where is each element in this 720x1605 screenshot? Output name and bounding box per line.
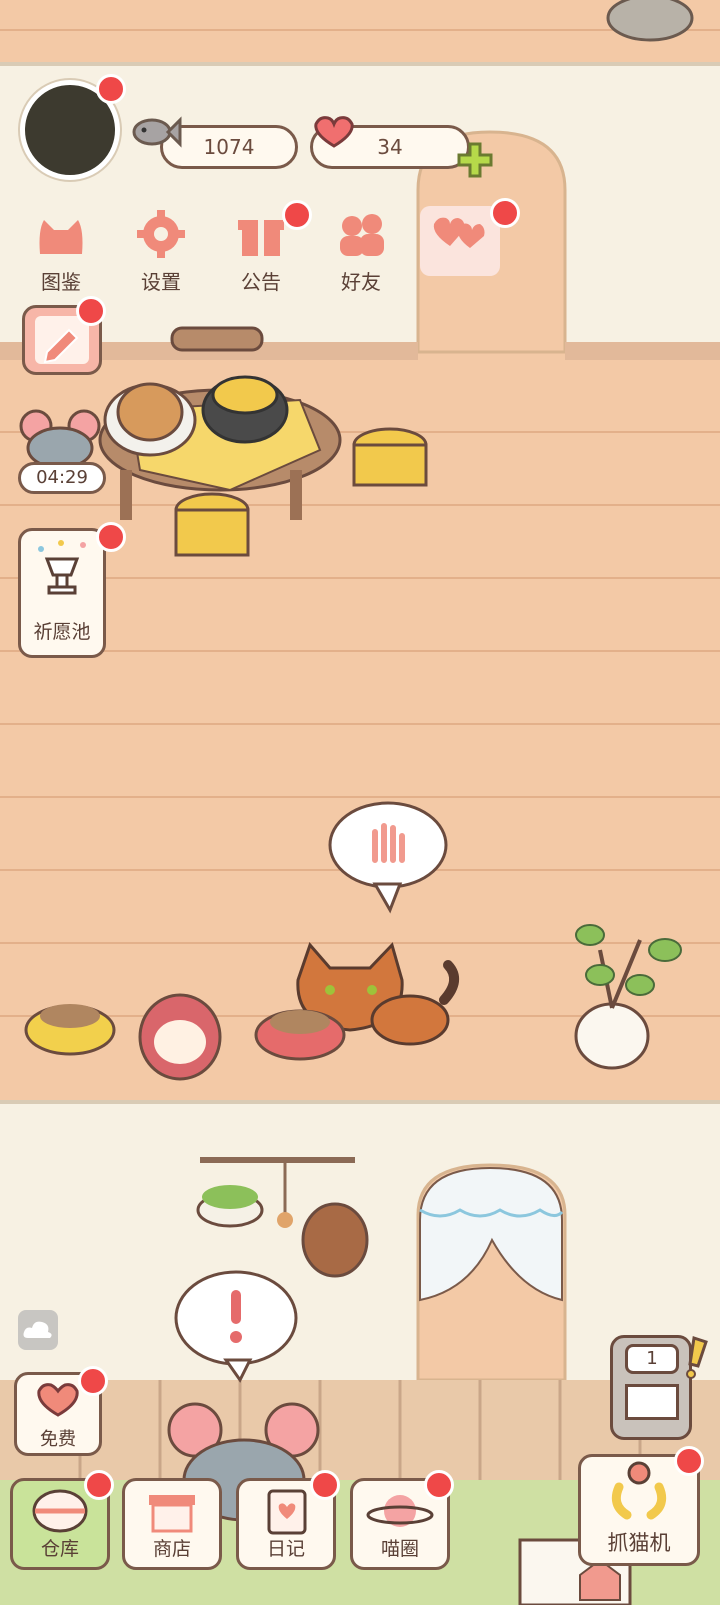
bottom-label: 喵圈 <box>380 1538 419 1560</box>
wishing-pool-notification-dot <box>96 522 126 552</box>
event-timer[interactable]: 04:29 <box>18 462 106 494</box>
menu-friends[interactable]: 好友 <box>316 210 406 300</box>
stool <box>174 492 250 557</box>
hearts-notification-dot <box>490 198 520 228</box>
diary-notification-dot <box>310 1470 340 1500</box>
heart-count: 34 <box>377 135 403 159</box>
potted-plant <box>574 924 682 1070</box>
shop-icon <box>149 1495 195 1533</box>
menu-label: 好友 <box>341 270 381 294</box>
mouse-timer-icon <box>12 408 108 470</box>
wishing-pool-label: 祈愿池 <box>33 621 91 643</box>
speech-bubble-hand <box>328 801 448 914</box>
wishing-pool-button[interactable]: 祈愿池 <box>18 528 106 658</box>
free-label: 免费 <box>40 1429 76 1450</box>
bottom-label: 仓库 <box>40 1538 79 1560</box>
friends-icon <box>340 214 384 256</box>
cloud-icon <box>23 1321 52 1338</box>
cat-face-icon <box>39 220 83 254</box>
menu-label: 图鉴 <box>41 270 81 294</box>
claw-counter: 1 <box>625 1344 679 1374</box>
food-bowl <box>24 1004 116 1056</box>
menu-label: 公告 <box>241 270 281 294</box>
menu-label: 设置 <box>141 270 181 294</box>
menu-hearts[interactable] <box>420 206 500 276</box>
free-notification-dot <box>78 1366 108 1396</box>
menu-collection[interactable]: 图鉴 <box>16 210 106 300</box>
food-bowl <box>254 1009 346 1061</box>
hearts-icon <box>433 217 485 248</box>
announcement-notification-dot <box>282 200 312 230</box>
claw-window <box>625 1384 679 1420</box>
fish-icon <box>130 112 182 152</box>
menu-settings[interactable]: 设置 <box>116 210 206 300</box>
add-hearts-button[interactable] <box>455 140 495 180</box>
edit-notification-dot <box>76 296 106 326</box>
exclamation-icon <box>680 1336 710 1380</box>
heart-icon <box>312 114 356 150</box>
stool <box>352 427 428 487</box>
warehouse-notification-dot <box>84 1470 114 1500</box>
bottom-label: 商店 <box>152 1538 191 1560</box>
gear-icon <box>137 210 185 258</box>
fish-count: 1074 <box>203 135 255 159</box>
fountain-icon <box>38 540 86 595</box>
claw-machine-label: 抓猫机 <box>607 1531 671 1555</box>
timer-text: 04:29 <box>36 467 88 488</box>
bottom-label: 日记 <box>266 1538 305 1560</box>
bottom-shop[interactable]: 商店 <box>122 1478 222 1570</box>
avatar-notification-dot <box>96 74 126 104</box>
daruma-doll <box>138 993 222 1081</box>
claw-machine-notification-dot <box>674 1446 704 1476</box>
cloud-button[interactable] <box>18 1310 58 1350</box>
cat-circle-notification-dot <box>424 1470 454 1500</box>
